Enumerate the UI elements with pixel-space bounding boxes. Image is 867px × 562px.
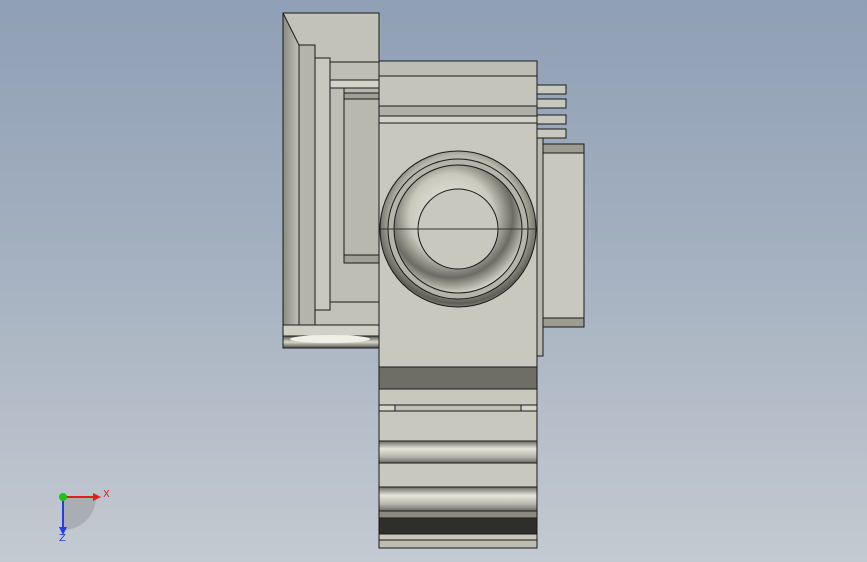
triad-plane-shadow bbox=[63, 497, 96, 530]
graphics-viewport[interactable]: X Z bbox=[0, 0, 867, 562]
z-axis-label: Z bbox=[59, 533, 66, 544]
y-axis-dot bbox=[59, 493, 67, 501]
lower-housing bbox=[378, 366, 538, 549]
round-port bbox=[379, 150, 537, 308]
right-terminal-block bbox=[536, 137, 585, 357]
connector-pins bbox=[536, 84, 567, 139]
left-flange bbox=[282, 12, 380, 349]
cad-model-view[interactable]: X Z bbox=[0, 0, 867, 562]
x-arrowhead-icon bbox=[93, 493, 101, 501]
x-axis-label: X bbox=[103, 489, 110, 500]
coordinate-triad: X Z bbox=[59, 489, 110, 544]
